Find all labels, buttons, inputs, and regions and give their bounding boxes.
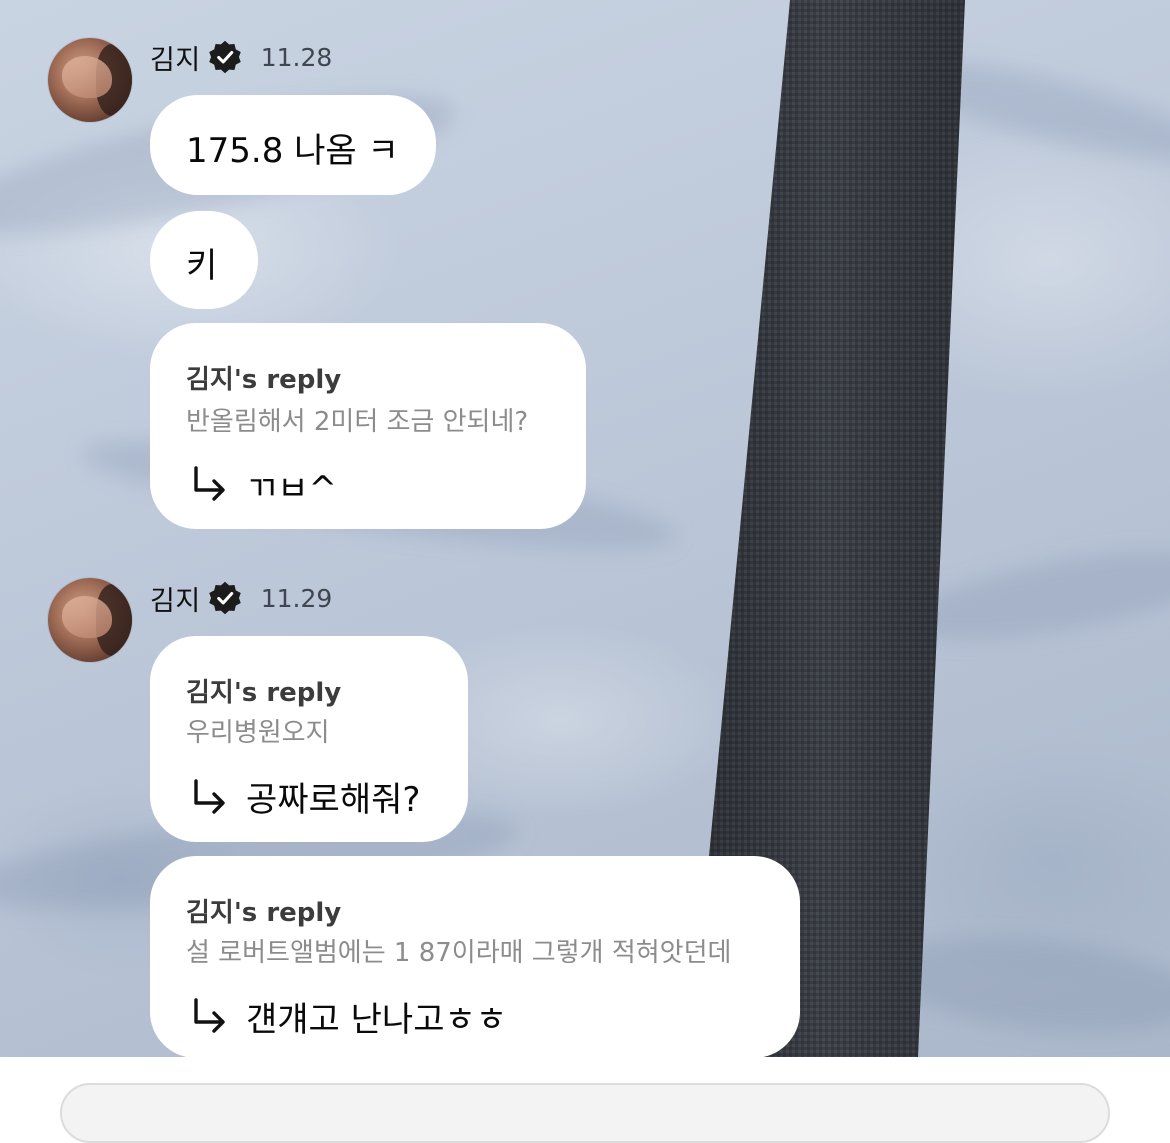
reply-quote: 설 로버트앨범에는 1 87이라매 그렇개 적혀앗던데	[186, 938, 732, 968]
reply-text: 걘걔고 난나고ㅎㅎ	[246, 1000, 508, 1040]
avatar[interactable]	[48, 38, 132, 122]
reply-bubble[interactable]: 김지's reply 반올림해서 2미터 조금 안되네? ㄲㅂ^	[150, 323, 586, 529]
reply-arrow-icon	[194, 466, 225, 501]
verified-badge-icon	[208, 581, 241, 615]
reply-text: 공짜로해줘?	[246, 780, 421, 820]
sender-row: 김지 11.28	[150, 37, 332, 77]
message-text: 175.8 나옴 ㅋ	[186, 131, 399, 171]
reply-arrow-icon	[194, 998, 225, 1033]
sender-name[interactable]: 김지	[150, 579, 201, 618]
verified-badge-icon	[208, 40, 241, 74]
timestamp: 11.29	[260, 583, 333, 613]
reply-quote: 우리병원오지	[186, 718, 330, 748]
reply-bubble[interactable]: 김지's reply 우리병원오지 공짜로해줘?	[150, 636, 468, 842]
reply-quote: 반올림해서 2미터 조금 안되네?	[186, 407, 529, 437]
message-bubble[interactable]: 키	[150, 211, 258, 309]
reply-label: 김지's reply	[186, 365, 342, 395]
reply-label: 김지's reply	[186, 678, 342, 708]
avatar[interactable]	[48, 578, 132, 662]
reply-arrow-icon	[194, 779, 225, 814]
reply-bubble[interactable]: 김지's reply 설 로버트앨범에는 1 87이라매 그렇개 적혀앗던데 걘…	[150, 856, 800, 1058]
message-input[interactable]	[60, 1083, 1110, 1143]
message-text: 키	[186, 246, 218, 286]
sender-name[interactable]: 김지	[150, 38, 201, 77]
reply-text: ㄲㅂ^	[246, 469, 338, 509]
reply-label: 김지's reply	[186, 898, 342, 928]
message-bubble[interactable]: 175.8 나옴 ㅋ	[150, 95, 436, 195]
timestamp: 11.28	[260, 42, 333, 72]
sender-row: 김지 11.29	[150, 578, 332, 618]
composer-bar	[0, 1057, 1170, 1143]
